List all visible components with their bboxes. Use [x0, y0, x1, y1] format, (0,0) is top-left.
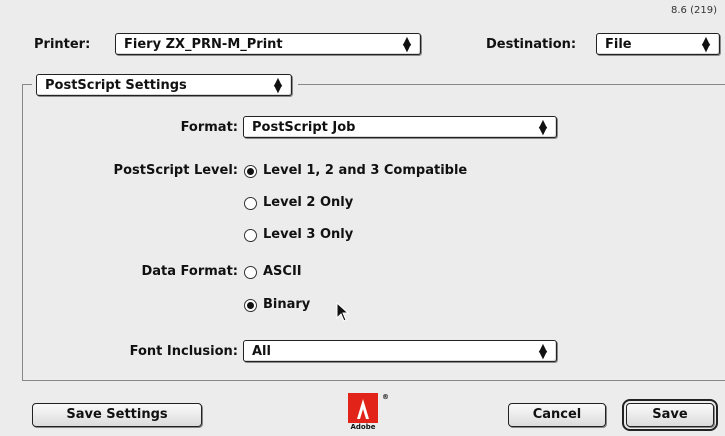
group-box-bottom-line	[22, 380, 725, 381]
printer-popup-value: Fiery ZX_PRN-M_Print	[124, 37, 283, 52]
cancel-button[interactable]: Cancel	[508, 403, 606, 427]
group-box-top-line	[298, 84, 725, 85]
popup-arrows-icon: ▲ ▼	[402, 34, 412, 54]
printer-popup[interactable]: Fiery ZX_PRN-M_Print ▲ ▼	[115, 33, 421, 55]
level-2-only-label[interactable]: Level 2 Only	[263, 195, 353, 210]
version-label: 8.6 (219)	[671, 5, 717, 16]
destination-label: Destination:	[486, 37, 577, 52]
section-popup-value: PostScript Settings	[45, 78, 187, 93]
format-popup[interactable]: PostScript Job ▲ ▼	[243, 116, 557, 138]
save-settings-button[interactable]: Save Settings	[32, 403, 202, 427]
mouse-pointer-icon	[336, 302, 350, 322]
adobe-logo-text: Adobe	[350, 423, 376, 431]
destination-popup-value: File	[605, 37, 632, 52]
level-3-only-label[interactable]: Level 3 Only	[263, 227, 353, 242]
adobe-logo: Adobe	[348, 393, 378, 433]
font-inclusion-popup-value: All	[252, 344, 271, 359]
format-popup-value: PostScript Job	[252, 120, 356, 135]
registered-mark: ®	[382, 393, 389, 401]
level-2-only-radio[interactable]	[244, 197, 257, 210]
popup-arrows-icon: ▲ ▼	[273, 75, 283, 95]
group-box-left-line	[22, 84, 23, 380]
binary-label[interactable]: Binary	[263, 297, 310, 312]
popup-arrows-icon: ▲ ▼	[538, 117, 548, 137]
ascii-label[interactable]: ASCII	[263, 264, 302, 279]
level-compatible-radio[interactable]	[244, 165, 257, 178]
binary-radio[interactable]	[244, 299, 257, 312]
popup-arrows-icon: ▲ ▼	[538, 341, 548, 361]
save-button[interactable]: Save	[622, 399, 718, 431]
group-box-left-top	[22, 84, 32, 85]
data-format-label: Data Format:	[141, 264, 238, 279]
popup-arrows-icon: ▲ ▼	[701, 34, 711, 54]
font-inclusion-popup[interactable]: All ▲ ▼	[243, 340, 557, 362]
font-inclusion-label: Font Inclusion:	[129, 344, 238, 359]
section-popup[interactable]: PostScript Settings ▲ ▼	[36, 74, 292, 96]
printer-label: Printer:	[34, 37, 91, 52]
level-3-only-radio[interactable]	[244, 229, 257, 242]
ascii-radio[interactable]	[244, 266, 257, 279]
destination-popup[interactable]: File ▲ ▼	[596, 33, 720, 55]
level-compatible-label[interactable]: Level 1, 2 and 3 Compatible	[263, 163, 467, 178]
postscript-level-label: PostScript Level:	[113, 163, 238, 178]
adobe-logo-icon	[348, 393, 378, 423]
format-label: Format:	[180, 120, 238, 135]
